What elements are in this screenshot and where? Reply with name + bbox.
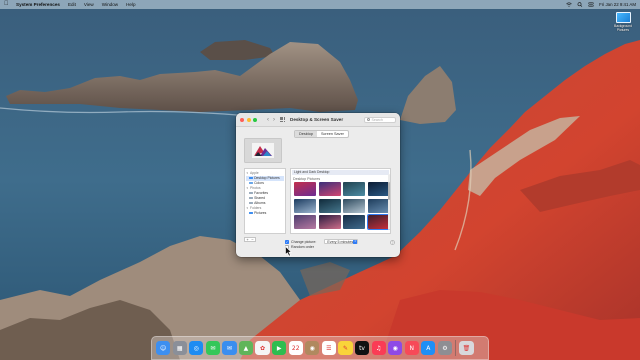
tab-desktop[interactable]: Desktop	[295, 131, 317, 137]
scrollbar[interactable]	[387, 174, 390, 230]
wallpaper-thumbnail-big-sur-abstract[interactable]	[318, 182, 341, 196]
dock-reminders-icon[interactable]: ☰	[321, 340, 336, 356]
interval-select[interactable]: Every 5 minutes ⇕	[324, 239, 359, 244]
remove-folder-button[interactable]: −	[250, 237, 255, 242]
wallpaper-thumbnail-big-sur-night[interactable]	[367, 182, 390, 196]
fit-mode-row[interactable]: Light and Dark Desktop	[292, 170, 389, 175]
folder-icon	[249, 191, 253, 195]
sidebar-item-pictures[interactable]: Pictures	[246, 211, 284, 216]
menu-view[interactable]: View	[84, 2, 94, 7]
dock-system-preferences-icon[interactable]: ⚙	[437, 340, 453, 356]
dock-music-icon[interactable]: ♫	[371, 340, 386, 356]
dock-mail-icon[interactable]: ✉	[222, 340, 237, 356]
dock-apple-tv-icon[interactable]: tv	[354, 340, 370, 356]
search-field[interactable]: Search	[364, 116, 396, 123]
forward-chevron-icon[interactable]: ›	[271, 116, 277, 124]
wifi-icon[interactable]	[566, 2, 572, 7]
chevron-updown-icon: ⇕	[353, 239, 357, 244]
zoom-button[interactable]	[253, 117, 257, 122]
window-controls	[240, 117, 257, 122]
random-order-label: Random order	[291, 245, 314, 249]
menu-bar:  System Preferences Edit View Window He…	[0, 0, 640, 9]
wallpaper-thumbnail-mountain-lake[interactable]	[294, 198, 316, 213]
wallpaper-thumbnail-red-coast[interactable]	[366, 213, 390, 231]
wallpaper-thumbnail-big-sur-coast-dusk[interactable]	[343, 182, 365, 196]
dock-separator	[455, 340, 456, 356]
folder-icon	[249, 201, 253, 205]
folder-icon	[249, 176, 253, 180]
dock-notes-icon[interactable]: ✎	[338, 340, 353, 356]
dock-messages-icon[interactable]: ✉	[205, 340, 220, 356]
dock-contacts-icon[interactable]: ◉	[305, 340, 320, 356]
search-icon[interactable]	[577, 2, 583, 7]
dock-safari-icon[interactable]: ◎	[189, 340, 204, 356]
folder-icon	[249, 196, 253, 200]
dock-finder-icon[interactable]: ☺	[156, 340, 171, 356]
scrollbar-thumb[interactable]	[387, 182, 390, 200]
chevron-down-icon: ▾	[246, 206, 248, 210]
show-all-grid-icon[interactable]	[280, 117, 286, 123]
source-list: ▾ Apple Desktop Pictures Colors ▾ Photos…	[244, 168, 286, 234]
change-picture-checkbox[interactable]: ✓	[285, 239, 289, 244]
chevron-down-icon: ▾	[246, 186, 248, 190]
menu-bar-status-area: Fri Jan 22 9:41 AM	[566, 2, 636, 7]
current-desktop-preview	[244, 138, 282, 163]
minimize-button[interactable]	[246, 117, 251, 122]
folder-icon	[615, 12, 631, 23]
mouse-pointer-icon	[285, 246, 292, 257]
sidebar-add-remove: + −	[244, 237, 256, 242]
window-titlebar[interactable]: ‹ › Desktop & Screen Saver Search	[236, 113, 400, 127]
chevron-down-icon: ▾	[246, 171, 248, 175]
interval-value: Every 5 minutes	[327, 239, 354, 244]
tab-bar: Desktop Screen Saver	[294, 130, 349, 138]
thumbnail-grid	[291, 181, 390, 231]
control-center-icon[interactable]	[588, 2, 594, 7]
wallpaper-thumbnail-sea-cliffs[interactable]	[343, 198, 365, 213]
close-button[interactable]	[240, 117, 244, 122]
dock-app-store-icon[interactable]: A	[421, 340, 436, 356]
dock: ☺ ▦ ◎ ✉ ✉ ▲ ✿ ▶ 22 ◉ ☰ ✎ tv ♫ ◉ N A ⚙ 🗑	[151, 336, 489, 360]
wallpaper-thumbnail-big-sur-road[interactable]	[294, 215, 316, 229]
dock-facetime-icon[interactable]: ▶	[272, 340, 287, 356]
search-placeholder: Search	[371, 117, 383, 122]
desktop-screensaver-window: ‹ › Desktop & Screen Saver Search Deskto…	[236, 113, 400, 257]
menu-help[interactable]: Help	[126, 2, 135, 7]
change-picture-row: ✓ Change picture: Every 5 minutes ⇕	[285, 239, 395, 244]
folder-icon	[249, 181, 253, 185]
menu-window[interactable]: Window	[102, 2, 118, 7]
pictures-panel: Light and Dark Desktop Desktop Pictures	[290, 168, 391, 234]
apple-logo-icon[interactable]: 	[4, 0, 10, 9]
dock-trash-icon[interactable]: 🗑	[459, 340, 474, 356]
menu-app-name[interactable]: System Preferences	[16, 2, 60, 7]
help-button[interactable]: ?	[390, 240, 395, 245]
desktop-file-background-pictures[interactable]: Background Pictures	[608, 12, 638, 32]
tab-screen-saver[interactable]: Screen Saver	[317, 131, 348, 137]
search-icon	[367, 118, 370, 121]
desktop-file-label: Background Pictures	[613, 24, 633, 32]
wallpaper-thumbnail-cliff-sunset[interactable]	[318, 215, 341, 229]
wallpaper-thumbnail-rocky-shore[interactable]	[318, 198, 341, 213]
dock-launchpad-icon[interactable]: ▦	[172, 340, 187, 356]
window-title: Desktop & Screen Saver	[290, 117, 344, 122]
change-picture-label: Change picture:	[291, 239, 317, 244]
folder-icon	[249, 211, 253, 215]
wallpaper-thumbnail-ocean-rocks[interactable]	[343, 215, 365, 229]
menu-bar-clock[interactable]: Fri Jan 22 9:41 AM	[599, 2, 636, 7]
preview-image	[252, 143, 274, 158]
wallpaper-thumbnail-big-sur-graphic[interactable]	[294, 182, 316, 196]
menu-edit[interactable]: Edit	[68, 2, 76, 7]
dock-photos-icon[interactable]: ✿	[255, 340, 270, 356]
wallpaper-thumbnail-catalina-island[interactable]	[367, 198, 390, 213]
dock-maps-icon[interactable]: ▲	[238, 340, 254, 356]
dock-news-icon[interactable]: N	[404, 340, 419, 356]
dock-podcasts-icon[interactable]: ◉	[388, 340, 403, 356]
dock-calendar-icon[interactable]: 22	[288, 340, 303, 356]
